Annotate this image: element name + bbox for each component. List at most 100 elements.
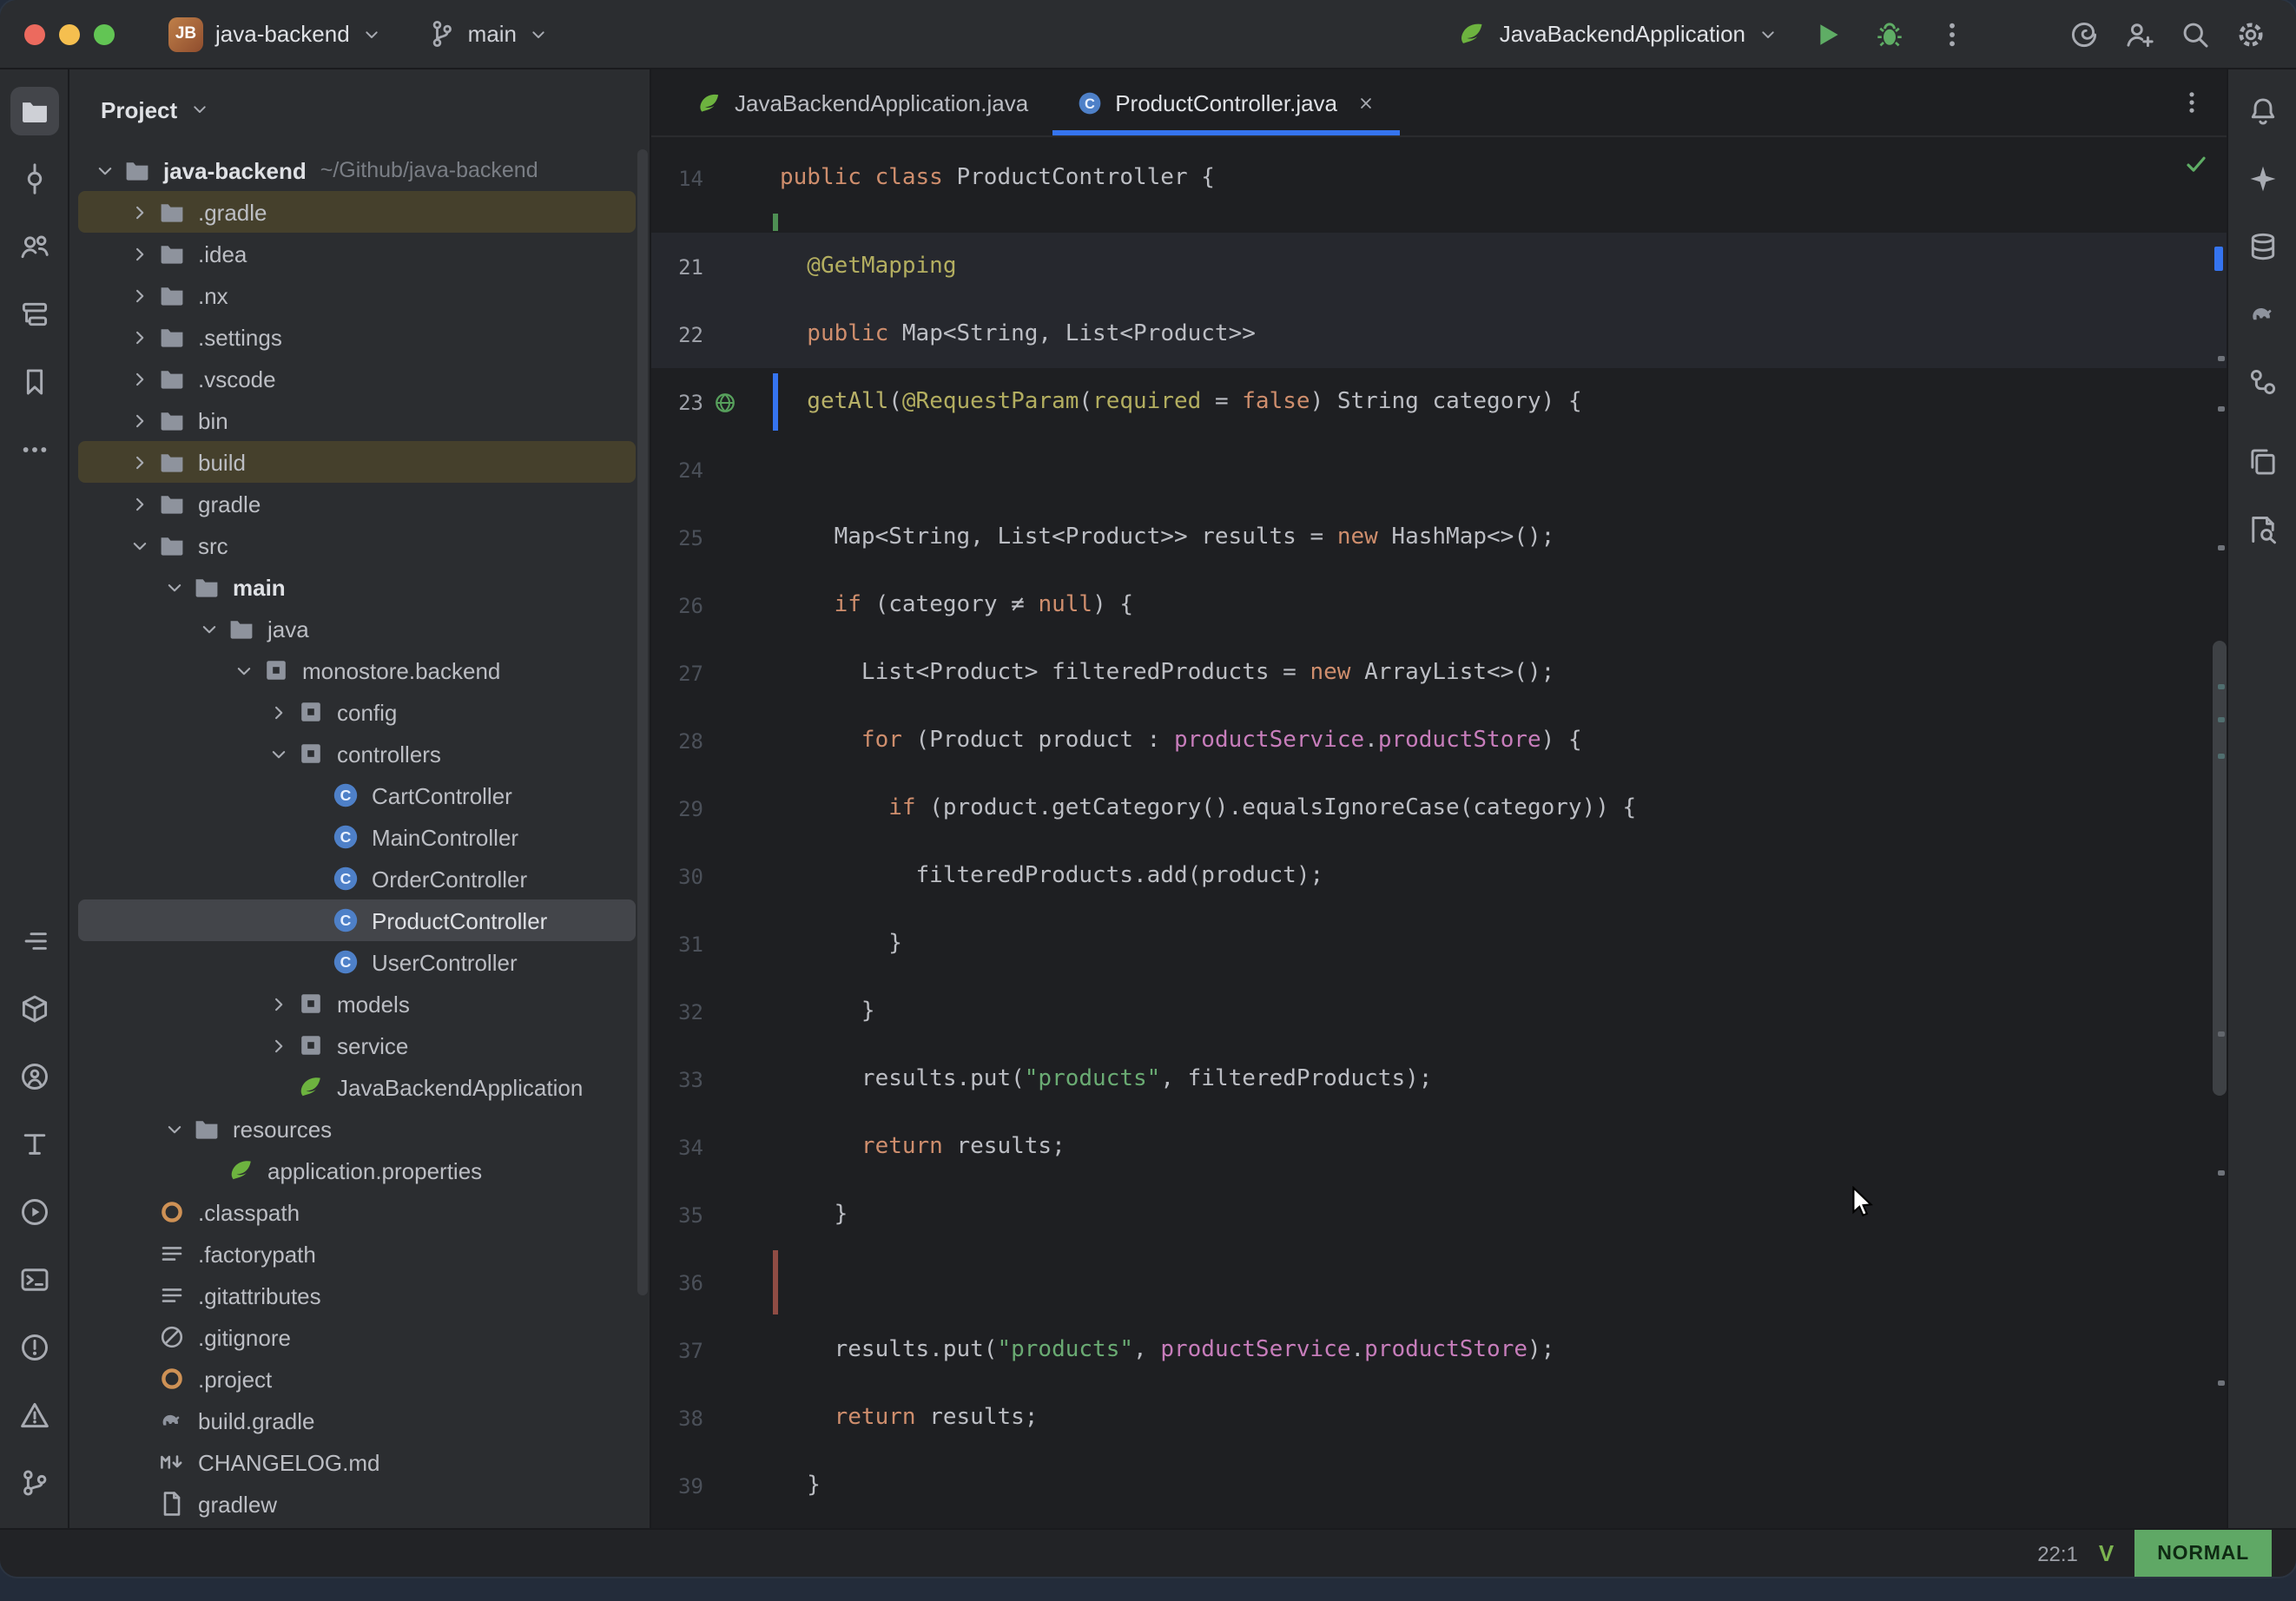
code-line[interactable]: 23 getAll(@RequestParam(required = false… xyxy=(651,368,2227,436)
tree-item[interactable]: gradlew xyxy=(78,1483,636,1525)
line-number[interactable]: 23 xyxy=(651,390,703,414)
caret-position[interactable]: 22:1 xyxy=(2037,1541,2078,1565)
chevron-right-icon[interactable] xyxy=(262,691,295,733)
line-number[interactable]: 21 xyxy=(651,254,703,279)
tree-item[interactable]: controllers xyxy=(78,733,636,774)
project-selector[interactable]: JB java-backend xyxy=(160,11,392,56)
line-number[interactable]: 35 xyxy=(651,1202,703,1227)
line-number[interactable]: 39 xyxy=(651,1473,703,1498)
code-line[interactable]: 39 } xyxy=(651,1452,2227,1519)
chevron-down-icon[interactable] xyxy=(158,1108,191,1150)
chevron-down-icon[interactable] xyxy=(158,566,191,608)
run-configuration-selector[interactable]: JavaBackendApplication xyxy=(1451,14,1785,54)
line-number[interactable]: 28 xyxy=(651,728,703,753)
tree-item[interactable]: gradle xyxy=(78,483,636,524)
commit-icon[interactable] xyxy=(10,155,58,203)
project-folder-icon[interactable] xyxy=(10,87,58,135)
line-number[interactable]: 24 xyxy=(651,458,703,482)
code-line[interactable]: 38 return results; xyxy=(651,1384,2227,1452)
line-number[interactable]: 36 xyxy=(651,1270,703,1295)
profiler-icon[interactable] xyxy=(10,917,58,965)
tree-item[interactable]: JavaBackendApplication xyxy=(78,1066,636,1108)
tree-item[interactable]: CHANGELOG.md xyxy=(78,1441,636,1483)
line-number[interactable]: 26 xyxy=(651,593,703,617)
tree-item[interactable]: config xyxy=(78,691,636,733)
ai-chat-icon[interactable] xyxy=(2063,13,2105,55)
minimize-window-button[interactable] xyxy=(59,23,80,44)
editor-tab[interactable]: CProductController.java xyxy=(1052,69,1400,135)
code-line[interactable]: 31 } xyxy=(651,910,2227,978)
line-number[interactable]: 27 xyxy=(651,661,703,685)
code-line[interactable]: 26 if (category ≠ null) { xyxy=(651,571,2227,639)
chevron-down-icon[interactable] xyxy=(89,149,122,191)
assistant-icon[interactable] xyxy=(10,1052,58,1101)
chevron-down-icon[interactable] xyxy=(228,649,261,691)
code-line[interactable]: 33 results.put("products", filteredProdu… xyxy=(651,1045,2227,1113)
layers-icon[interactable] xyxy=(2238,438,2286,486)
chevron-right-icon[interactable] xyxy=(262,1025,295,1066)
tab-options-icon[interactable] xyxy=(2178,69,2206,135)
tree-item[interactable]: .idea xyxy=(78,233,636,274)
project-tree-scrollbar[interactable] xyxy=(637,149,648,1295)
code-line[interactable]: 34 return results; xyxy=(651,1113,2227,1181)
ai-assistant-icon[interactable] xyxy=(2238,155,2286,203)
line-number[interactable]: 29 xyxy=(651,796,703,820)
terminal-icon[interactable] xyxy=(10,1255,58,1304)
tree-item[interactable]: COrderController xyxy=(78,858,636,899)
code-line[interactable]: 35 } xyxy=(651,1181,2227,1249)
tree-item[interactable]: CMainController xyxy=(78,816,636,858)
code-line[interactable]: 22 public Map<String, List<Product>> xyxy=(651,300,2227,368)
code-fold-gap[interactable] xyxy=(651,212,2227,233)
chevron-right-icon[interactable] xyxy=(123,233,156,274)
line-number[interactable]: 14 xyxy=(651,166,703,190)
find-in-files-icon[interactable] xyxy=(2238,505,2286,554)
chevron-down-icon[interactable] xyxy=(123,524,156,566)
tree-item[interactable]: monostore.backend xyxy=(78,649,636,691)
line-number[interactable]: 33 xyxy=(651,1067,703,1091)
tree-item[interactable]: java-backend~/Github/java-backend xyxy=(78,149,636,191)
tree-item[interactable]: .factorypath xyxy=(78,1233,636,1275)
line-number[interactable]: 25 xyxy=(651,525,703,550)
code-line[interactable]: 29 if (product.getCategory().equalsIgnor… xyxy=(651,774,2227,842)
code-line[interactable]: 27 List<Product> filteredProducts = new … xyxy=(651,639,2227,707)
tree-item[interactable]: build.gradle xyxy=(78,1400,636,1441)
chevron-right-icon[interactable] xyxy=(123,191,156,233)
tree-item[interactable]: .gitattributes xyxy=(78,1275,636,1316)
branch-selector[interactable]: main xyxy=(419,14,557,54)
endpoints-icon[interactable] xyxy=(2238,358,2286,406)
collaboration-icon[interactable] xyxy=(10,222,58,271)
tree-item[interactable]: gradlew.bat xyxy=(78,1525,636,1528)
tree-item[interactable]: service xyxy=(78,1025,636,1066)
chevron-down-icon[interactable] xyxy=(193,608,226,649)
code-line[interactable]: 36 xyxy=(651,1249,2227,1316)
chevron-right-icon[interactable] xyxy=(123,399,156,441)
editor-scrollbar[interactable] xyxy=(2213,641,2227,1096)
tree-item[interactable]: .project xyxy=(78,1358,636,1400)
chevron-down-icon[interactable] xyxy=(262,733,295,774)
add-user-icon[interactable] xyxy=(2119,13,2161,55)
git-icon[interactable] xyxy=(10,1459,58,1507)
settings-icon[interactable] xyxy=(2230,13,2272,55)
build-icon[interactable] xyxy=(10,985,58,1033)
code-editor[interactable]: 14public class ProductController {21 @Ge… xyxy=(651,137,2227,1528)
services-icon[interactable] xyxy=(10,1188,58,1236)
chevron-right-icon[interactable] xyxy=(123,358,156,399)
code-line[interactable]: 32 } xyxy=(651,978,2227,1045)
tree-item[interactable]: models xyxy=(78,983,636,1025)
tree-item[interactable]: .gradle xyxy=(78,191,636,233)
code-line[interactable]: 24 xyxy=(651,436,2227,504)
structure-icon[interactable] xyxy=(10,290,58,339)
tree-item[interactable]: .vscode xyxy=(78,358,636,399)
project-panel-header[interactable]: Project xyxy=(69,69,650,149)
line-number[interactable]: 22 xyxy=(651,322,703,346)
chevron-right-icon[interactable] xyxy=(123,441,156,483)
notifications-icon[interactable] xyxy=(2238,87,2286,135)
vim-mode-badge[interactable]: NORMAL xyxy=(2134,1530,2272,1577)
tree-item[interactable]: application.properties xyxy=(78,1150,636,1191)
problems-icon[interactable] xyxy=(10,1323,58,1372)
tree-item[interactable]: CCartController xyxy=(78,774,636,816)
tree-item[interactable]: bin xyxy=(78,399,636,441)
editor-tab[interactable]: JavaBackendApplication.java xyxy=(672,69,1052,135)
more-horizontal-icon[interactable] xyxy=(10,425,58,474)
more-actions-icon[interactable] xyxy=(1931,13,1973,55)
